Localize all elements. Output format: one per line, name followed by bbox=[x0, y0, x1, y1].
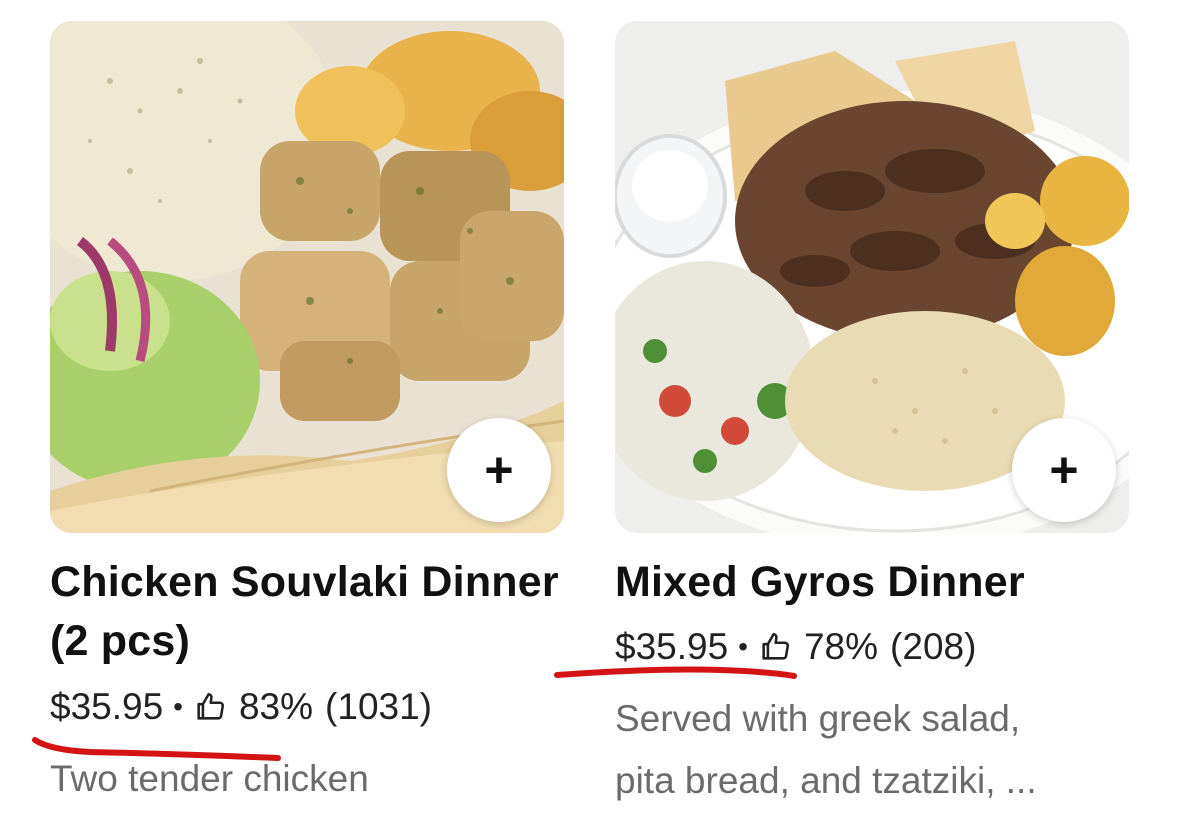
item-description-line: Served with greek salad, bbox=[615, 698, 1021, 739]
add-to-cart-button[interactable]: + bbox=[447, 418, 551, 522]
thumbs-up-icon bbox=[193, 690, 227, 724]
item-price: $35.95 bbox=[50, 686, 164, 727]
item-title: Chicken Souvlaki Dinner (2 pcs) bbox=[50, 558, 559, 665]
rating-percent: 83% bbox=[238, 686, 314, 727]
menu-grid: + Chicken Souvlaki Dinner (2 pcs) $35.95… bbox=[0, 0, 1179, 814]
item-price: $35.95 bbox=[615, 626, 729, 667]
item-description: Two tender chicken bbox=[50, 758, 369, 799]
item-title: Mixed Gyros Dinner bbox=[615, 558, 1025, 606]
item-meta: $35.95 • 83% (1031) bbox=[50, 686, 432, 728]
plus-icon: + bbox=[1049, 442, 1079, 498]
separator-dot: • bbox=[173, 691, 183, 722]
add-to-cart-button[interactable]: + bbox=[1012, 418, 1116, 522]
rating-count: (208) bbox=[890, 626, 977, 667]
plus-icon: + bbox=[484, 442, 514, 498]
thumbs-up-icon bbox=[758, 630, 792, 664]
item-description-line: pita bread, and tzatziki, ... bbox=[615, 760, 1037, 801]
separator-dot: • bbox=[738, 631, 748, 662]
rating-count: (1031) bbox=[325, 686, 432, 727]
rating-percent: 78% bbox=[803, 626, 879, 667]
item-description: Served with greek salad, pita bread, and… bbox=[615, 688, 1037, 812]
item-meta: $35.95 • 78% (208) bbox=[615, 626, 976, 668]
